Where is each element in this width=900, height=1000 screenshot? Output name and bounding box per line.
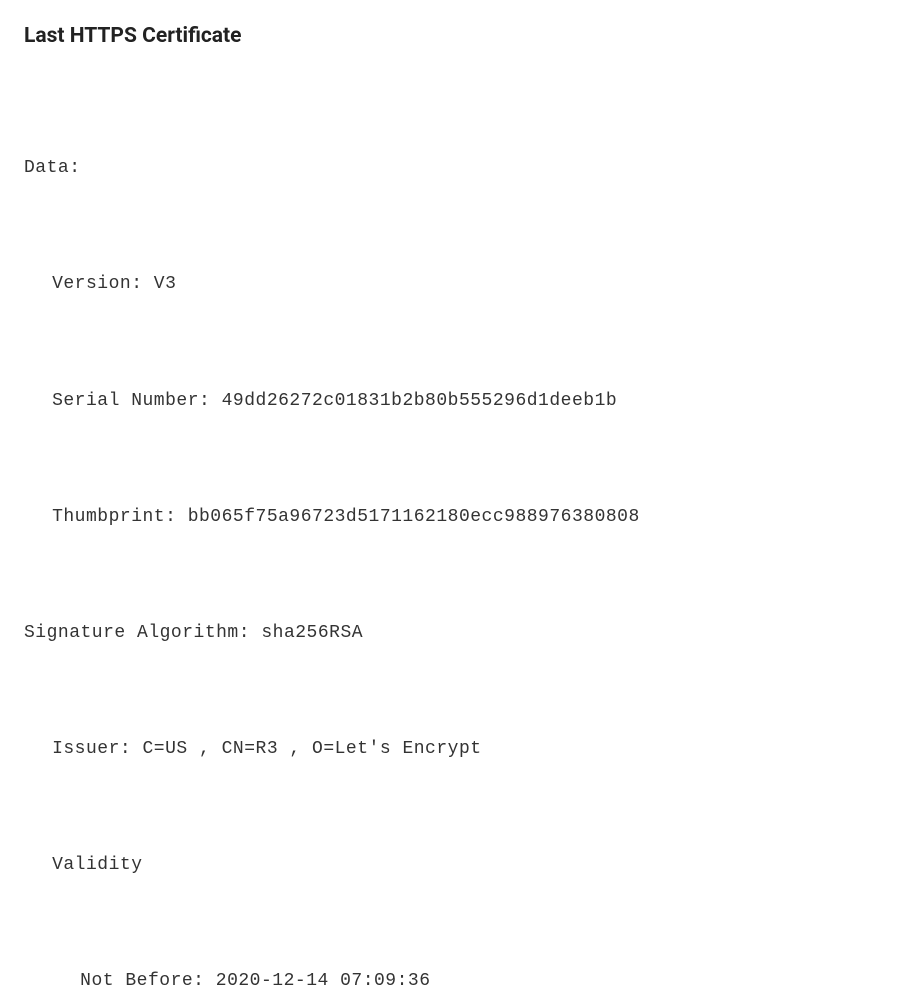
data-header: Data: xyxy=(24,149,876,188)
thumbprint-value: bb065f75a96723d5171162180ecc988976380808 xyxy=(188,507,640,527)
thumbprint-label: Thumbprint: xyxy=(52,507,188,527)
issuer-label: Issuer: xyxy=(52,739,142,759)
sigalg-label: Signature Algorithm: xyxy=(24,623,261,643)
serial-label: Serial Number: xyxy=(52,391,222,411)
not-before-value: 2020-12-14 07:09:36 xyxy=(216,971,431,991)
sigalg-value: sha256RSA xyxy=(261,623,363,643)
thumbprint-row: Thumbprint: bb065f75a96723d5171162180ecc… xyxy=(24,498,876,537)
certificate-details: Data: Version: V3 Serial Number: 49dd262… xyxy=(24,72,876,1000)
issuer-value: C=US , CN=R3 , O=Let's Encrypt xyxy=(143,739,482,759)
section-title: Last HTTPS Certificate xyxy=(24,24,876,48)
serial-value: 49dd26272c01831b2b80b555296d1deeb1b xyxy=(222,391,618,411)
version-label: Version: xyxy=(52,274,154,294)
version-value: V3 xyxy=(154,274,177,294)
serial-row: Serial Number: 49dd26272c01831b2b80b5552… xyxy=(24,382,876,421)
data-label: Data: xyxy=(24,158,81,178)
not-before-label: Not Before: xyxy=(80,971,216,991)
version-row: Version: V3 xyxy=(24,265,876,304)
issuer-row: Issuer: C=US , CN=R3 , O=Let's Encrypt xyxy=(24,730,876,769)
validity-header: Validity xyxy=(24,846,876,885)
sigalg-row: Signature Algorithm: sha256RSA xyxy=(24,614,876,653)
not-before-row: Not Before: 2020-12-14 07:09:36 xyxy=(24,962,876,1000)
validity-label: Validity xyxy=(52,855,142,875)
